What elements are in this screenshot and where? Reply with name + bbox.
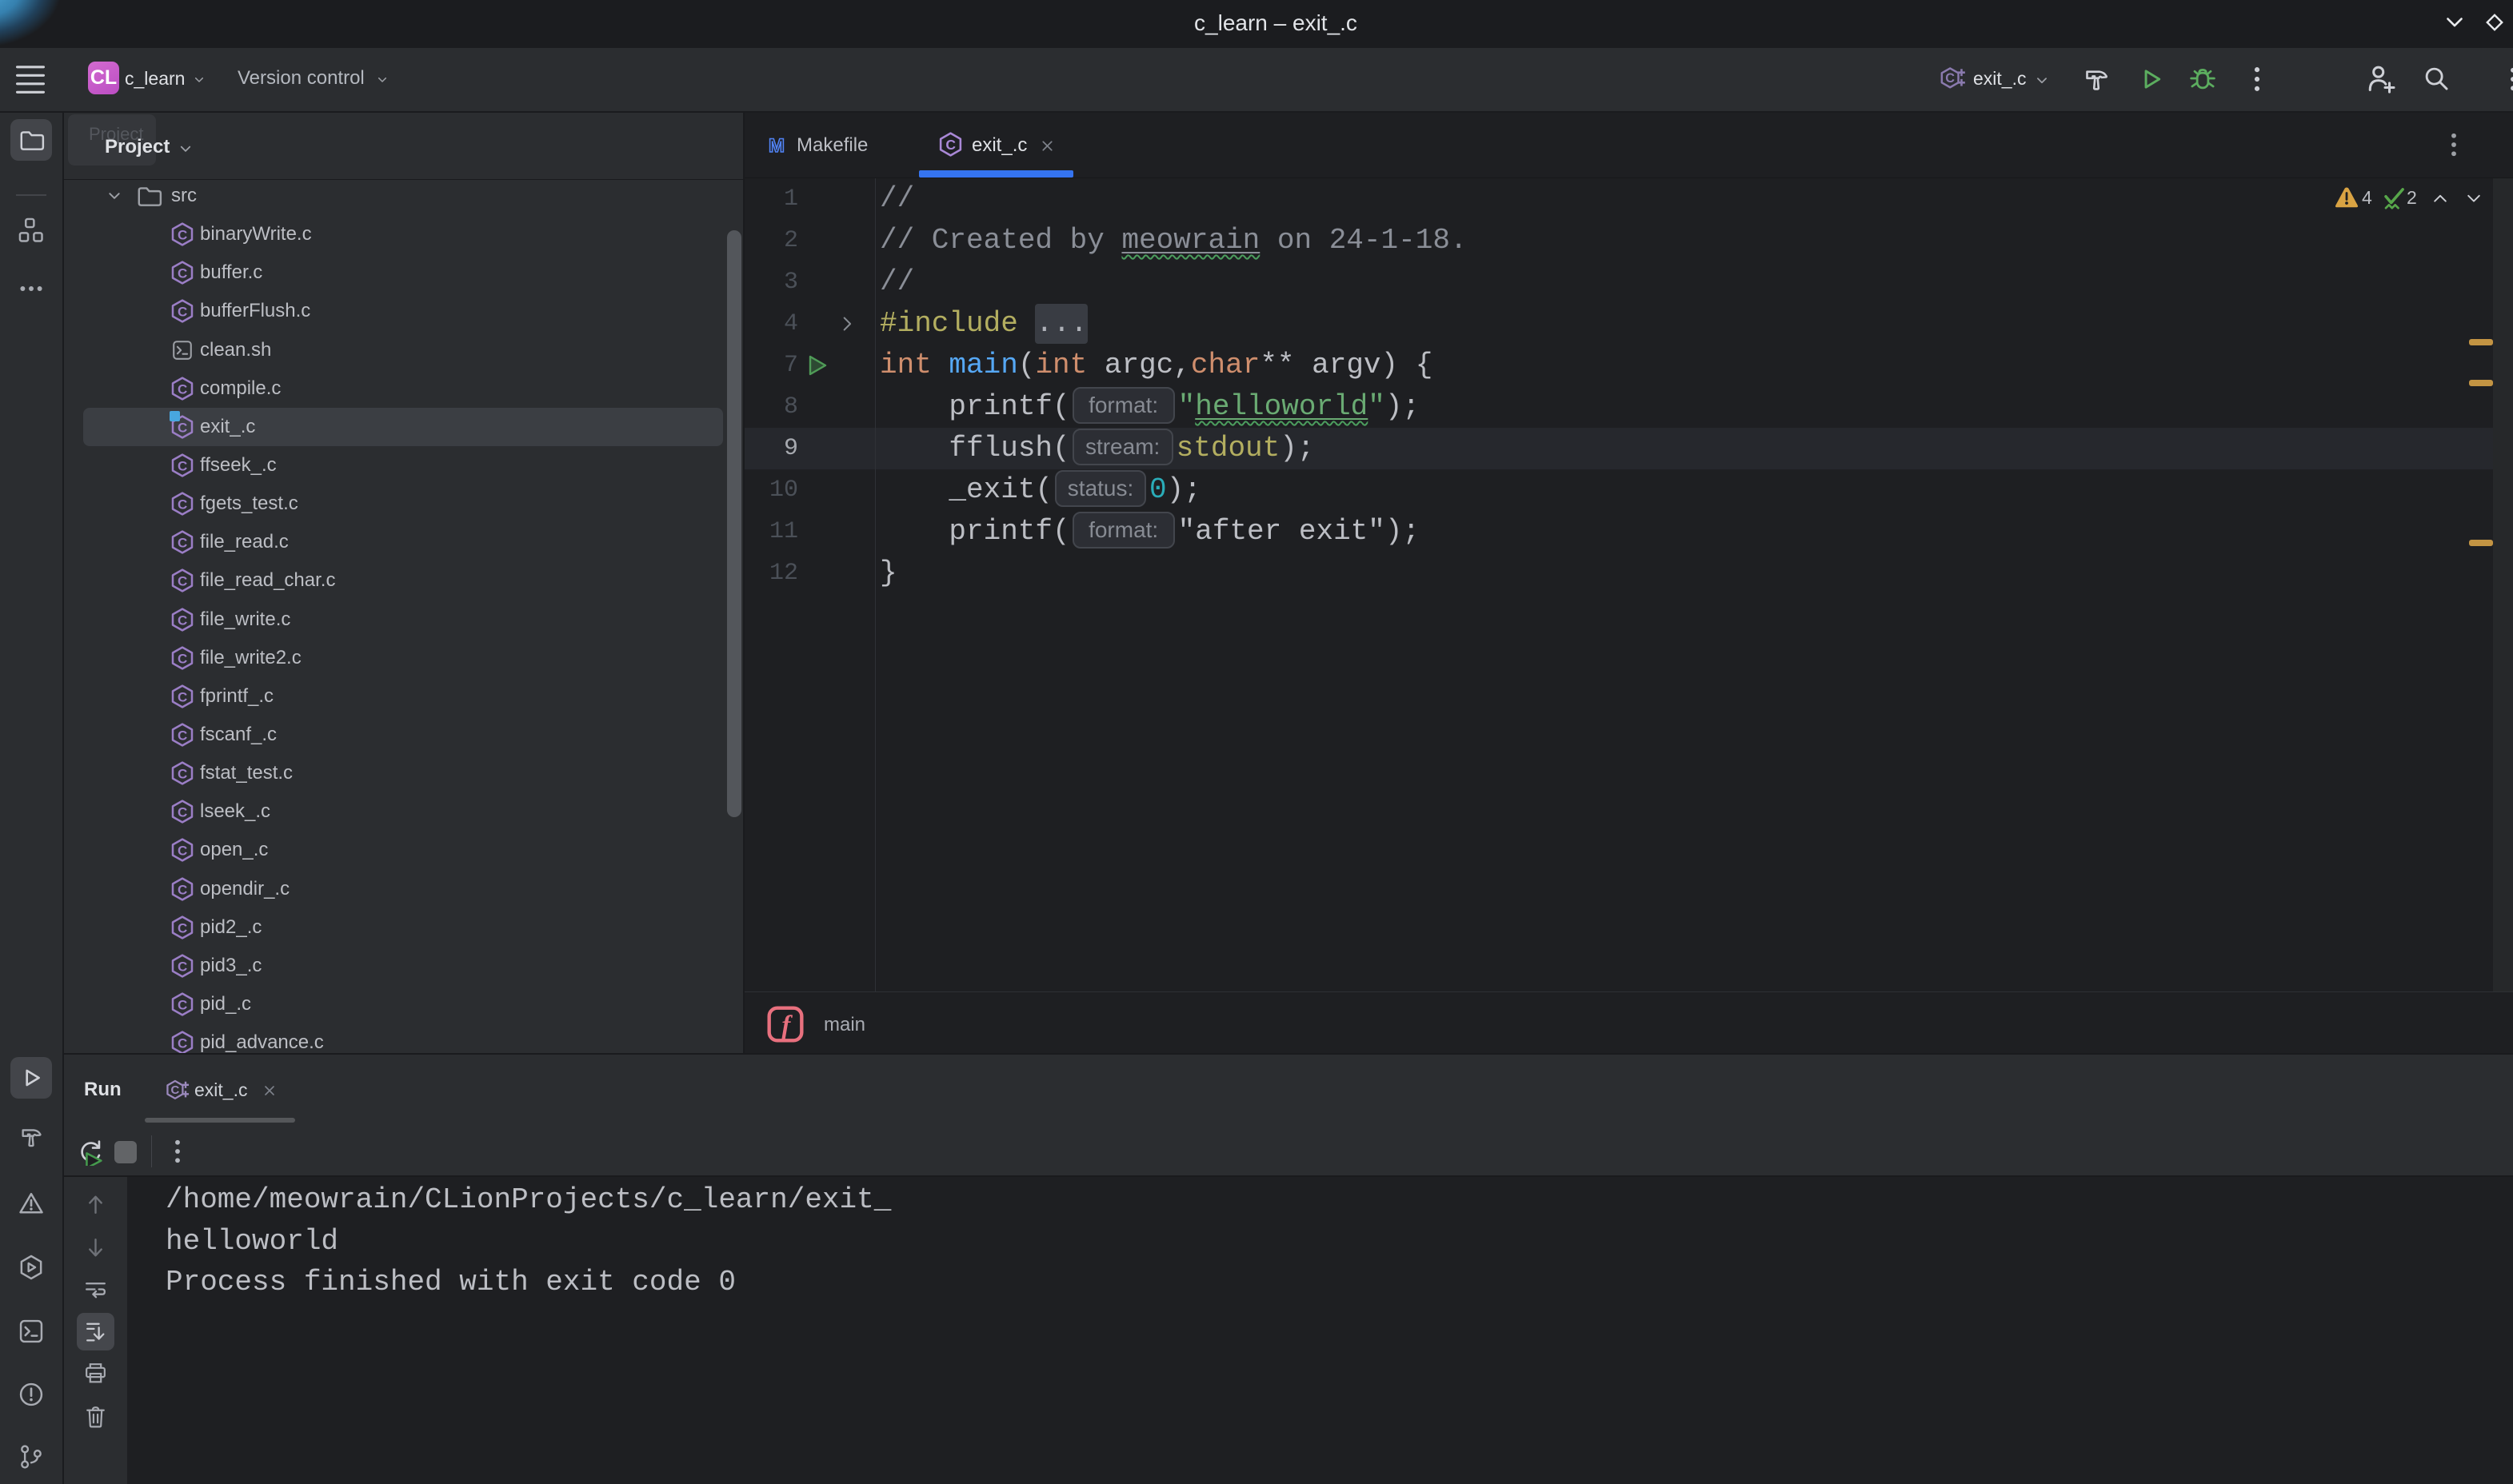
svg-text:C: C xyxy=(178,612,187,628)
svg-text:C: C xyxy=(178,920,187,935)
svg-text:C: C xyxy=(178,458,187,473)
svg-text:C: C xyxy=(178,882,187,897)
svg-text:C: C xyxy=(178,381,187,397)
svg-text:C: C xyxy=(178,573,187,588)
svg-text:C: C xyxy=(178,959,187,974)
svg-text:C: C xyxy=(178,689,187,704)
svg-text:C: C xyxy=(171,1083,180,1097)
svg-text:C: C xyxy=(178,728,187,743)
svg-text:C: C xyxy=(178,535,187,550)
svg-text:C: C xyxy=(178,227,187,242)
svg-text:C: C xyxy=(178,265,187,281)
svg-text:C: C xyxy=(178,997,187,1012)
svg-text:C: C xyxy=(178,497,187,512)
svg-text:C: C xyxy=(178,1035,187,1051)
svg-text:C: C xyxy=(945,137,956,153)
svg-text:C: C xyxy=(178,804,187,820)
svg-text:f: f xyxy=(781,1011,793,1040)
svg-text:C: C xyxy=(178,420,187,435)
svg-text:C: C xyxy=(178,766,187,781)
svg-text:M: M xyxy=(769,135,785,157)
svg-text:C: C xyxy=(178,651,187,666)
svg-text:C: C xyxy=(178,843,187,858)
svg-text:C: C xyxy=(1945,71,1955,86)
svg-text:C: C xyxy=(178,304,187,319)
